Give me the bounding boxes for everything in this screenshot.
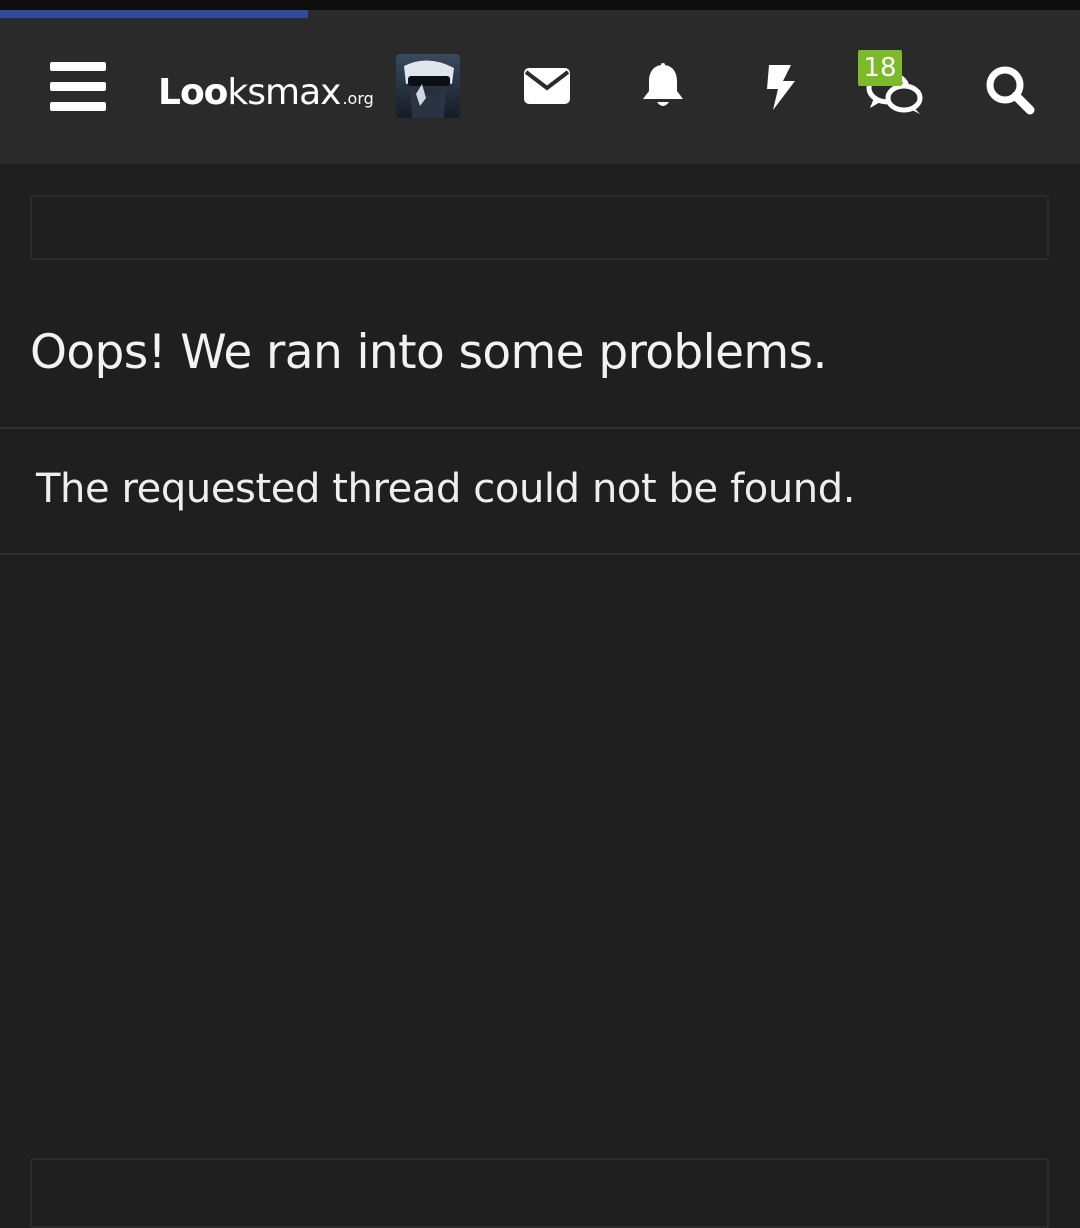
envelope-icon <box>524 68 570 104</box>
divider <box>0 427 1080 429</box>
avatar-image <box>396 54 460 118</box>
page-title: Oops! We ran into some problems. <box>30 325 827 380</box>
site-logo[interactable]: Looksmax .org <box>158 72 374 122</box>
error-message: The requested thread could not be found. <box>36 466 856 512</box>
menu-button[interactable] <box>46 58 110 116</box>
bolt-icon <box>767 65 795 110</box>
alerts-button[interactable] <box>636 60 690 114</box>
user-avatar[interactable] <box>396 54 460 118</box>
divider <box>0 553 1080 555</box>
notice-placeholder-bottom <box>30 1158 1049 1228</box>
inbox-button[interactable] <box>518 64 576 108</box>
logo-wordmark: Looksmax <box>158 72 341 113</box>
notice-placeholder-top <box>30 195 1049 260</box>
search-button[interactable] <box>982 62 1038 118</box>
logo-tld: .org <box>342 89 374 108</box>
bell-icon <box>643 63 683 106</box>
hamburger-menu-icon <box>50 62 106 111</box>
site-header: Looksmax .org 18 <box>0 10 1080 164</box>
conversations-badge[interactable]: 18 <box>858 50 902 86</box>
search-icon <box>986 66 1035 115</box>
page-load-progress <box>0 10 308 18</box>
status-strip <box>0 0 1080 10</box>
whats-new-button[interactable] <box>758 60 802 114</box>
